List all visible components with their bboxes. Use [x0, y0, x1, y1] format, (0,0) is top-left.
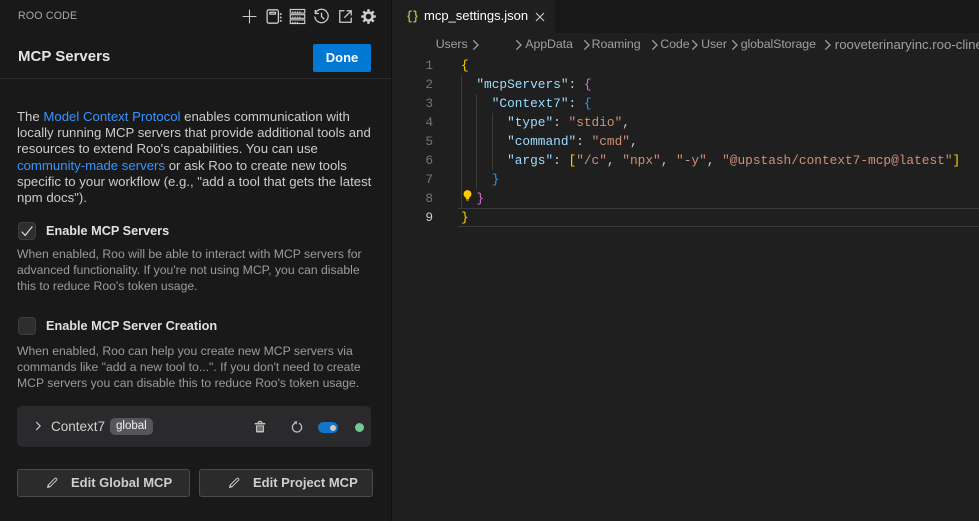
svg-text:{}: {}: [407, 10, 419, 23]
